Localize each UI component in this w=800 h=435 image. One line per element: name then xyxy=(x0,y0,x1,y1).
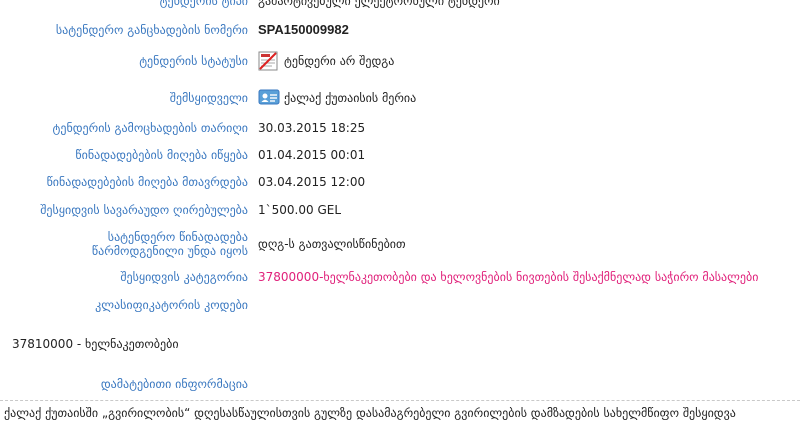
announcement-number-value: SPA150009982 xyxy=(258,22,349,37)
bids-start-value: 01.04.2015 00:01 xyxy=(258,148,366,162)
proposal-presentation-label-line1: სატენდერო წინადადება xyxy=(107,230,248,244)
row-category: შესყიდვის კატეგორია 37800000-ხელნაკეთობე… xyxy=(0,270,800,284)
organization-card-icon xyxy=(258,88,280,108)
bids-end-label: წინადადებების მიღება მთავრდება xyxy=(46,175,248,189)
purchaser-value-wrap[interactable]: ქალაქ ქუთაისის მერია xyxy=(258,88,416,108)
tender-status-text: ტენდერი არ შედგა xyxy=(284,54,395,68)
row-bids-end: წინადადებების მიღება მთავრდება 03.04.201… xyxy=(0,175,800,189)
row-tender-type: ტენდერის ტიპი გამარტივებული ელექტრონული … xyxy=(0,0,800,8)
tender-failed-icon xyxy=(258,51,278,71)
proposal-presentation-label-line2: წარმოდგენილი უნდა იყოს xyxy=(91,244,248,258)
row-proposal-presentation: სატენდერო წინადადება წარმოდგენილი უნდა ი… xyxy=(0,230,800,258)
tender-type-value: გამარტივებული ელექტრონული ტენდერი xyxy=(258,0,500,8)
announcement-date-value: 30.03.2015 18:25 xyxy=(258,121,366,135)
proposal-presentation-label: სატენდერო წინადადება წარმოდგენილი უნდა ი… xyxy=(0,230,248,258)
row-classifier-codes: კლასიფიკატორის კოდები xyxy=(0,298,800,312)
row-purchaser: შემსყიდველი ქალაქ ქუთაისის მერია xyxy=(0,88,800,108)
announcement-number-label: სატენდერო განცხადების ნომერი xyxy=(55,23,248,37)
additional-info-text: ქალაქ ქუთაისში „გვირილობის“ დღესასწაულის… xyxy=(4,406,736,420)
purchaser-link[interactable]: ქალაქ ქუთაისის მერია xyxy=(284,91,416,105)
classifier-codes-label: კლასიფიკატორის კოდები xyxy=(95,298,248,312)
estimated-value-value: 1`500.00 GEL xyxy=(258,203,342,217)
section-divider xyxy=(0,400,800,401)
additional-info-label: დამატებითი ინფორმაცია xyxy=(100,377,248,391)
estimated-value-label: შესყიდვის სავარაუდო ღირებულება xyxy=(40,203,248,217)
tender-type-label: ტენდერის ტიპი xyxy=(159,0,248,8)
row-estimated-value: შესყიდვის სავარაუდო ღირებულება 1`500.00 … xyxy=(0,203,800,217)
category-label: შესყიდვის კატეგორია xyxy=(120,270,248,284)
row-tender-status: ტენდერის სტატუსი ტენდერი არ შედგა xyxy=(0,51,800,71)
tender-status-label: ტენდერის სტატუსი xyxy=(139,54,248,68)
bids-end-value: 03.04.2015 12:00 xyxy=(258,175,366,189)
row-announcement-date: ტენდერის გამოცხადების თარიღი 30.03.2015 … xyxy=(0,121,800,135)
announcement-date-label: ტენდერის გამოცხადების თარიღი xyxy=(52,121,248,135)
bids-start-label: წინადადებების მიღება იწყება xyxy=(75,148,248,162)
row-additional-info: დამატებითი ინფორმაცია xyxy=(0,377,800,391)
classifier-code-item: 37810000 - ხელნაკეთობები xyxy=(12,337,179,351)
row-bids-start: წინადადებების მიღება იწყება 01.04.2015 0… xyxy=(0,148,800,162)
row-announcement-number: სატენდერო განცხადების ნომერი SPA15000998… xyxy=(0,22,800,38)
purchaser-label: შემსყიდველი xyxy=(169,91,248,105)
tender-status-value-wrap: ტენდერი არ შედგა xyxy=(258,51,394,71)
category-value: 37800000-ხელნაკეთობები და ხელოვნების ნივ… xyxy=(258,270,759,284)
tender-details-page: ტენდერის ტიპი გამარტივებული ელექტრონული … xyxy=(0,0,800,435)
proposal-presentation-value: დღგ-ს გათვალისწინებით xyxy=(258,237,406,251)
